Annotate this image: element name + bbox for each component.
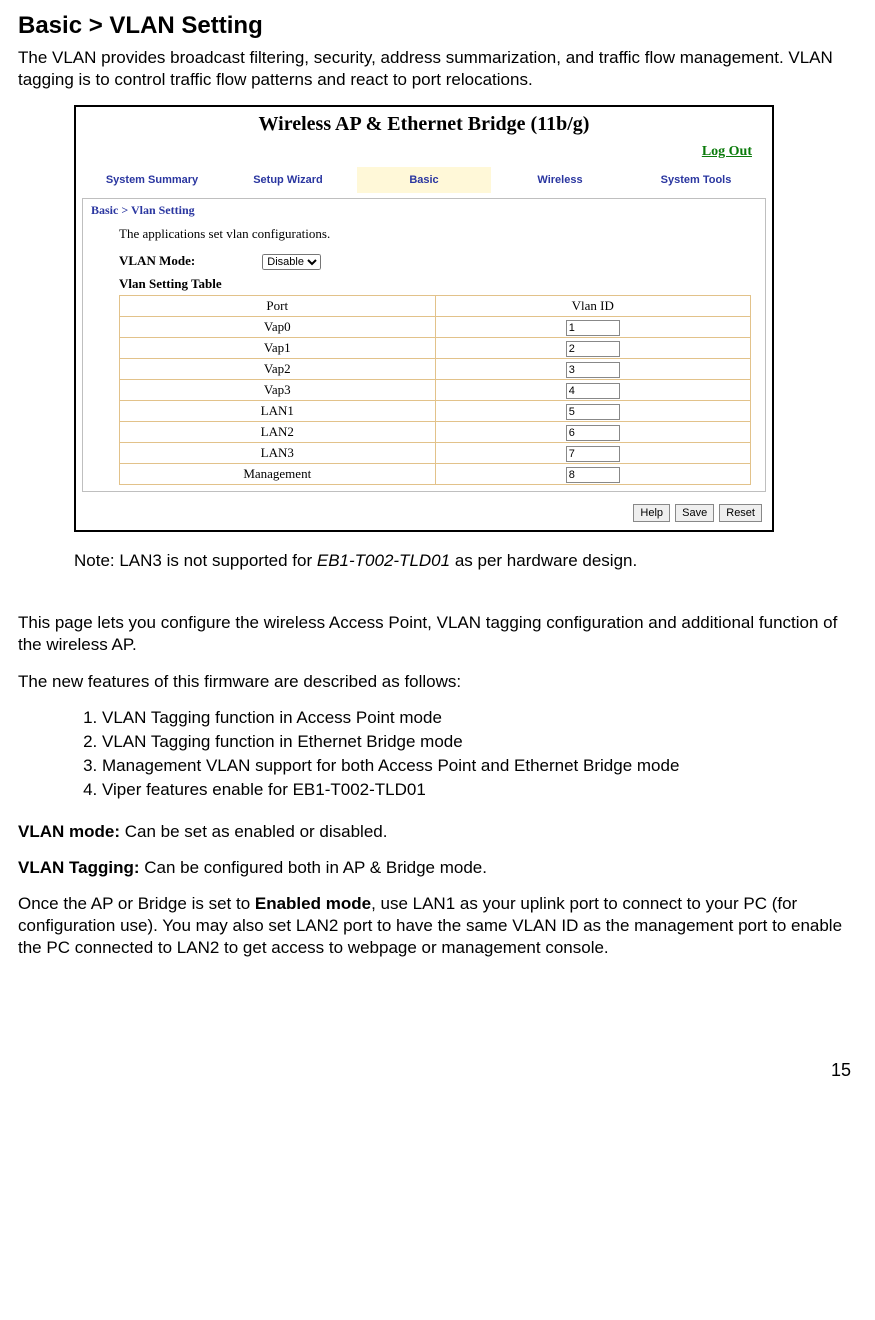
vlan-id-input[interactable] (566, 446, 620, 462)
table-row: Vap1 (120, 338, 751, 359)
router-screenshot: Wireless AP & Ethernet Bridge (11b/g) Lo… (74, 105, 774, 532)
table-row: LAN1 (120, 401, 751, 422)
definitions: VLAN mode: Can be set as enabled or disa… (18, 821, 857, 959)
vlan-id-input[interactable] (566, 467, 620, 483)
note-line: Note: LAN3 is not supported for EB1-T002… (74, 550, 857, 572)
page-title: Basic > VLAN Setting (18, 10, 857, 41)
router-title: Wireless AP & Ethernet Bridge (11b/g) (76, 107, 772, 139)
vlan-id-input[interactable] (566, 383, 620, 399)
table-caption: Vlan Setting Table (119, 276, 751, 293)
vlan-mode-select[interactable]: Disable (262, 254, 321, 270)
tab-system-tools[interactable]: System Tools (628, 166, 764, 194)
logout-link[interactable]: Log Out (702, 144, 752, 159)
intro-paragraph: The VLAN provides broadcast filtering, s… (18, 47, 857, 91)
tab-setup-wizard[interactable]: Setup Wizard (220, 166, 356, 194)
vlan-id-input[interactable] (566, 320, 620, 336)
table-row: Vap0 (120, 317, 751, 338)
vlan-mode-label: VLAN Mode: (119, 253, 259, 270)
breadcrumb: Basic > Vlan Setting (91, 203, 757, 219)
list-item: VLAN Tagging function in Access Point mo… (102, 707, 857, 729)
col-port: Port (120, 296, 436, 317)
settings-panel: Basic > Vlan Setting The applications se… (82, 198, 766, 492)
table-row: LAN3 (120, 443, 751, 464)
table-row: Vap3 (120, 380, 751, 401)
config-paragraph: This page lets you configure the wireles… (18, 612, 857, 656)
features-intro: The new features of this firmware are de… (18, 671, 857, 693)
col-vlan-id: Vlan ID (435, 296, 751, 317)
list-item: VLAN Tagging function in Ethernet Bridge… (102, 731, 857, 753)
table-row: Vap2 (120, 359, 751, 380)
help-button[interactable]: Help (633, 504, 670, 522)
panel-description: The applications set vlan configurations… (119, 226, 751, 243)
table-row: LAN2 (120, 422, 751, 443)
vlan-id-input[interactable] (566, 425, 620, 441)
save-button[interactable]: Save (675, 504, 714, 522)
features-list: VLAN Tagging function in Access Point mo… (74, 707, 857, 801)
list-item: Management VLAN support for both Access … (102, 755, 857, 777)
vlan-table: Port Vlan ID Vap0 Vap1 Vap2 Vap3 LAN1 LA… (119, 295, 751, 485)
reset-button[interactable]: Reset (719, 504, 762, 522)
tab-basic[interactable]: Basic (356, 166, 492, 194)
page-number: 15 (18, 1059, 857, 1082)
tab-system-summary[interactable]: System Summary (84, 166, 220, 194)
nav-tabs: System Summary Setup Wizard Basic Wirele… (76, 166, 772, 194)
vlan-id-input[interactable] (566, 341, 620, 357)
vlan-id-input[interactable] (566, 404, 620, 420)
tab-wireless[interactable]: Wireless (492, 166, 628, 194)
vlan-id-input[interactable] (566, 362, 620, 378)
list-item: Viper features enable for EB1-T002-TLD01 (102, 779, 857, 801)
table-row: Management (120, 464, 751, 485)
